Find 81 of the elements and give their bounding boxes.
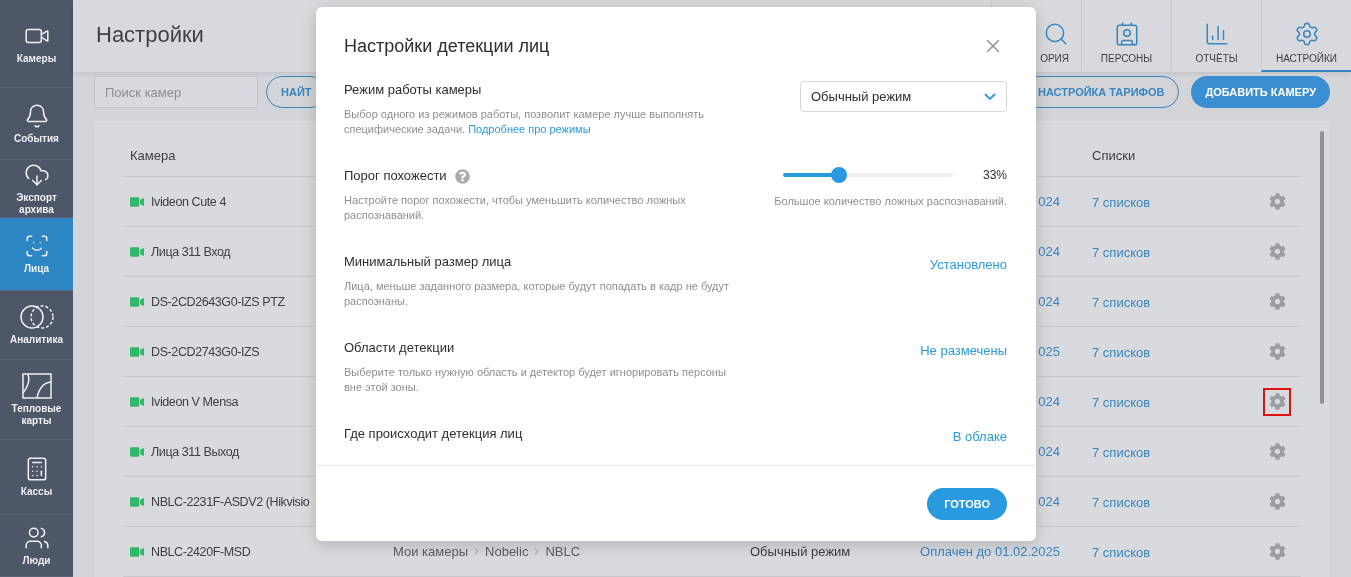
setting-description: Настройте порог похожести, чтобы уменьшить количество ложных распознаваний. [344,193,687,223]
chevron-down-icon [984,93,996,100]
setting-title: Где происходит детекция лиц [344,425,523,443]
setting-title: Области детекции [344,339,455,357]
setting-description: Лица, меньше заданного размера, которые будут попадать в кадр не будут распознаны. [344,279,731,309]
camera-mode: Обычный режим [750,544,851,559]
slider-note: Большое количество ложных распознаваний. [774,195,1007,207]
camera-status-icon [130,544,144,559]
lists-link[interactable]: 7 списков [1092,544,1151,560]
analytics-icon [19,304,54,331]
settings-icon[interactable] [1265,389,1289,414]
add-camera-button[interactable]: ДОБАВИТЬ КАМЕРУ [1191,76,1330,108]
mode-select[interactable]: Обычный режим [800,81,1007,112]
lists-link[interactable]: 7 списков [1092,194,1151,210]
breadcrumb-item: Мои камеры [393,544,469,559]
sidebar-item[interactable]: Лица [0,218,73,291]
camera-status-icon [130,244,144,259]
setting-title: Порог похожести [344,167,447,185]
payment-status: 024 [1038,194,1060,209]
camera-name: Ivideon V Mensa [151,394,239,409]
search-icon [1043,21,1069,47]
nav-tab[interactable]: НАСТРОЙКИ [1261,0,1351,72]
scrollbar-thumb[interactable] [1320,131,1324,404]
camera-name: Лица 311 Выход [151,444,239,459]
sidebar-item[interactable]: Люди [0,515,73,577]
camera-status-icon [130,444,144,459]
page-title: Настройки [96,22,204,48]
setting-link[interactable]: Установлено [929,256,1007,274]
lists-link[interactable]: 7 списков [1092,444,1151,460]
lists-link[interactable]: 7 списков [1092,294,1151,310]
contact-book-icon [1113,21,1140,47]
sidebar-item[interactable]: Кассы [0,440,73,515]
payment-status: Оплачен до 01.02.2025 [920,544,1060,559]
camera-name: DS-2CD2743G0-IZS [151,344,260,359]
help-icon[interactable] [454,168,470,184]
sidebar-item[interactable]: События [0,88,73,160]
payment-status: 025 [1038,344,1060,359]
bar-chart-icon [1203,21,1230,47]
cloud-download-icon [23,162,50,188]
sidebar-item[interactable]: Аналитика [0,291,73,360]
face-scan-icon [23,233,50,260]
done-button[interactable]: ГОТОВО [927,487,1007,520]
nav-tab[interactable]: ПЕРСОНЫ [1081,0,1171,72]
setting-link[interactable]: Не размечены [920,342,1007,360]
modes-link[interactable]: Подробнее про режимы [468,123,591,135]
column-header: Списки [1092,147,1137,163]
lists-link[interactable]: 7 списков [1092,494,1151,510]
camera-status-icon [130,394,144,409]
camera-name: Лица 311 Вход [151,244,231,259]
camera-status-icon [130,194,144,209]
setting-description: Выбор одного из режимов работы, позволит камере лучше выполнять специфические задачи. Подробнее про режимы [344,107,705,137]
setting-description: Выберите только нужную область и детектор будет игнорировать персоны вне этой зоны. [344,365,727,395]
settings-icon [1293,21,1320,47]
setting-title: Режим работы камеры [344,81,482,99]
camera-name: NBLC-2231F-ASDV2 (Hikvisio [151,494,310,509]
heat-map-icon [21,373,52,399]
camera-name: DS-2CD2643G0-IZS PTZ [151,294,285,309]
lists-link[interactable]: 7 списков [1092,344,1151,360]
setting-title: Минимальный размер лица [344,253,512,271]
nav-tab[interactable]: ОТЧЁТЫ [1171,0,1261,72]
payment-status: 024 [1038,444,1060,459]
search-field[interactable]: Поиск камер [94,76,258,108]
breadcrumb-item: Nobelic [485,544,529,559]
payment-status: 024 [1038,244,1060,259]
lists-link[interactable]: 7 списков [1092,244,1151,260]
camera-status-icon [130,344,144,359]
slider-value: 33% [982,168,1007,182]
camera-status-icon [130,294,144,309]
camera-name: NBLC-2420F-MSD [151,544,251,559]
setting-link[interactable]: В облаке [952,428,1007,446]
slider-thumb[interactable] [831,167,848,183]
breadcrumb-item: NBLC [545,544,581,559]
dialog-title: Настройки детекции лиц [344,35,550,57]
lists-link[interactable]: 7 списков [1092,394,1151,410]
payment-status: 024 [1038,494,1060,509]
camera-name: Ivideon Cute 4 [151,194,226,209]
sidebar-item[interactable]: Тепловые карты [0,360,73,440]
payment-status: 024 [1038,394,1060,409]
column-header: Камера [129,147,177,163]
camera-status-icon [130,494,144,509]
payment-status: 024 [1038,294,1060,309]
